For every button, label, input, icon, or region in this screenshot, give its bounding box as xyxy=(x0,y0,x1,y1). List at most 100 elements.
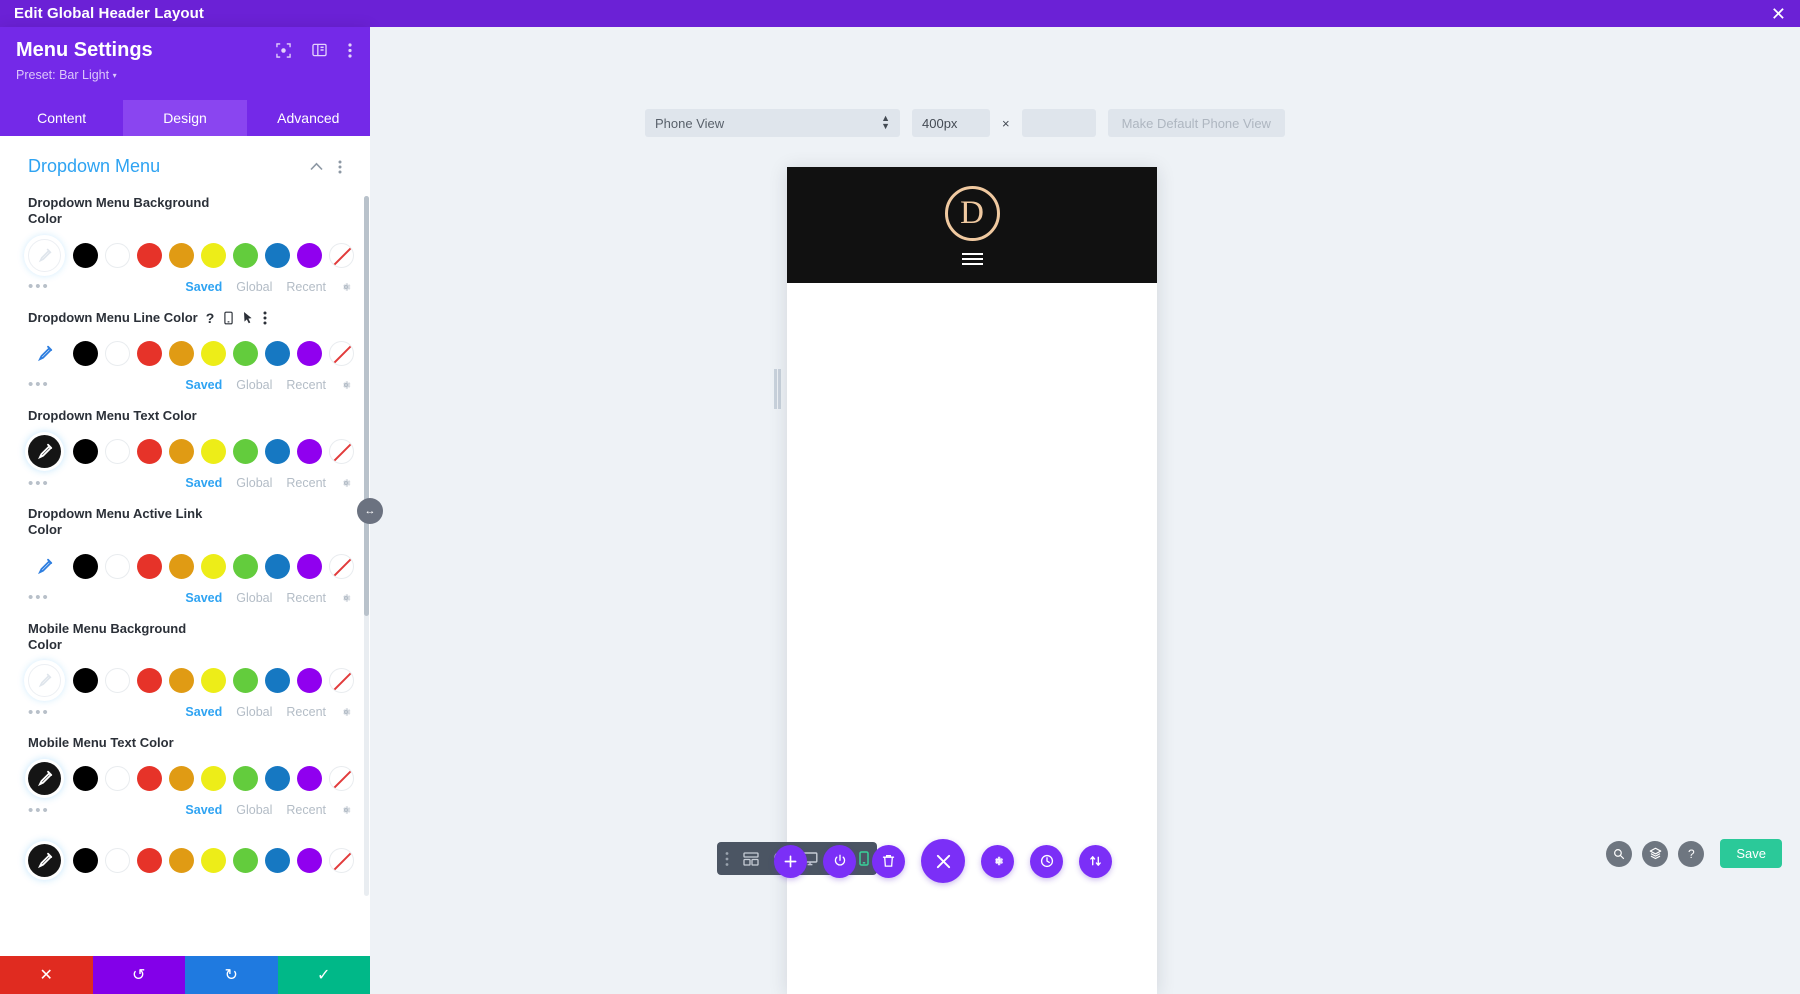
swatch-yellow[interactable] xyxy=(201,341,226,366)
panel-scrollbar-thumb[interactable] xyxy=(364,196,369,616)
chevron-up-icon[interactable] xyxy=(310,162,323,171)
field-options-dots[interactable]: ••• xyxy=(28,803,66,818)
eyedropper-icon[interactable] xyxy=(28,435,61,468)
tab-recent[interactable]: Recent xyxy=(286,378,326,392)
swatch-blue[interactable] xyxy=(265,766,290,791)
swatch-green[interactable] xyxy=(233,243,258,268)
swatch-orange[interactable] xyxy=(169,341,194,366)
eyedropper-icon[interactable] xyxy=(28,337,61,370)
swatch-none[interactable] xyxy=(329,243,354,268)
swatch-none[interactable] xyxy=(329,668,354,693)
tab-global[interactable]: Global xyxy=(236,705,272,719)
tab-recent[interactable]: Recent xyxy=(286,476,326,490)
toolbar-drag-grip[interactable] xyxy=(725,851,729,867)
layers-tool-icon[interactable] xyxy=(1642,841,1668,867)
close-icon[interactable]: ✕ xyxy=(1771,5,1800,23)
swatch-black[interactable] xyxy=(73,243,98,268)
gear-icon[interactable] xyxy=(340,804,352,816)
swatch-black[interactable] xyxy=(73,554,98,579)
eyedropper-icon[interactable] xyxy=(28,550,61,583)
gear-icon[interactable] xyxy=(340,592,352,604)
tab-global[interactable]: Global xyxy=(236,476,272,490)
swatch-black[interactable] xyxy=(73,341,98,366)
eyedropper-icon[interactable] xyxy=(28,762,61,795)
viewport-height-input[interactable] xyxy=(1022,109,1096,137)
swatch-yellow[interactable] xyxy=(201,243,226,268)
swatch-orange[interactable] xyxy=(169,766,194,791)
swatch-purple[interactable] xyxy=(297,243,322,268)
redo-button[interactable]: ↻ xyxy=(185,956,278,994)
swatch-red[interactable] xyxy=(137,439,162,464)
swatch-black[interactable] xyxy=(73,766,98,791)
swatch-orange[interactable] xyxy=(169,243,194,268)
toggle-builder-fab[interactable] xyxy=(823,845,856,878)
swatch-yellow[interactable] xyxy=(201,668,226,693)
canvas-resize-handle-left[interactable] xyxy=(774,369,777,409)
undo-button[interactable]: ↺ xyxy=(93,956,186,994)
field-options-dots[interactable]: ••• xyxy=(28,279,66,294)
swatch-blue[interactable] xyxy=(265,439,290,464)
tab-saved[interactable]: Saved xyxy=(185,803,222,817)
tab-saved[interactable]: Saved xyxy=(185,378,222,392)
tab-advanced[interactable]: Advanced xyxy=(247,100,370,136)
swatch-white[interactable] xyxy=(105,668,130,693)
swatch-white[interactable] xyxy=(105,554,130,579)
swatch-orange[interactable] xyxy=(169,554,194,579)
swatch-purple[interactable] xyxy=(297,668,322,693)
preset-selector[interactable]: Preset: Bar Light ▾ xyxy=(16,68,354,82)
field-options-dots[interactable]: ••• xyxy=(28,377,66,392)
focus-icon[interactable] xyxy=(276,43,291,58)
hamburger-icon[interactable] xyxy=(962,253,983,265)
swatch-blue[interactable] xyxy=(265,848,290,873)
eyedropper-icon[interactable] xyxy=(28,239,61,272)
history-fab[interactable] xyxy=(1030,845,1063,878)
tab-global[interactable]: Global xyxy=(236,280,272,294)
swatch-white[interactable] xyxy=(105,341,130,366)
search-tool-icon[interactable] xyxy=(1606,841,1632,867)
swatch-white[interactable] xyxy=(105,848,130,873)
settings-fab[interactable] xyxy=(981,845,1014,878)
eyedropper-icon[interactable] xyxy=(28,664,61,697)
section-more-vertical-icon[interactable] xyxy=(338,160,342,174)
swatch-none[interactable] xyxy=(329,341,354,366)
swatch-green[interactable] xyxy=(233,341,258,366)
swatch-black[interactable] xyxy=(73,439,98,464)
gear-icon[interactable] xyxy=(340,379,352,391)
tab-recent[interactable]: Recent xyxy=(286,591,326,605)
swatch-yellow[interactable] xyxy=(201,439,226,464)
swatch-green[interactable] xyxy=(233,554,258,579)
tab-design[interactable]: Design xyxy=(123,100,246,136)
section-dropdown-menu[interactable]: Dropdown Menu xyxy=(28,136,342,181)
tab-global[interactable]: Global xyxy=(236,803,272,817)
swatch-red[interactable] xyxy=(137,668,162,693)
swatch-white[interactable] xyxy=(105,243,130,268)
swatch-purple[interactable] xyxy=(297,766,322,791)
make-default-phone-view-button[interactable]: Make Default Phone View xyxy=(1108,109,1285,137)
swatch-red[interactable] xyxy=(137,341,162,366)
tab-global[interactable]: Global xyxy=(236,591,272,605)
tab-recent[interactable]: Recent xyxy=(286,803,326,817)
swatch-yellow[interactable] xyxy=(201,848,226,873)
discard-button[interactable]: ✕ xyxy=(0,956,93,994)
swatch-purple[interactable] xyxy=(297,848,322,873)
trash-fab[interactable] xyxy=(872,845,905,878)
wireframe-view-icon[interactable] xyxy=(743,852,759,866)
tab-saved[interactable]: Saved xyxy=(185,705,222,719)
swatch-green[interactable] xyxy=(233,766,258,791)
tab-global[interactable]: Global xyxy=(236,378,272,392)
help-icon[interactable]: ? xyxy=(206,310,215,326)
swatch-red[interactable] xyxy=(137,243,162,268)
add-section-fab[interactable] xyxy=(774,845,807,878)
swatch-green[interactable] xyxy=(233,848,258,873)
swatch-yellow[interactable] xyxy=(201,766,226,791)
swatch-purple[interactable] xyxy=(297,554,322,579)
swatch-orange[interactable] xyxy=(169,848,194,873)
cursor-icon[interactable] xyxy=(243,311,253,325)
portability-fab[interactable] xyxy=(1079,845,1112,878)
gear-icon[interactable] xyxy=(340,477,352,489)
swatch-orange[interactable] xyxy=(169,668,194,693)
close-builder-fab[interactable] xyxy=(921,839,965,883)
swatch-blue[interactable] xyxy=(265,668,290,693)
field-options-dots[interactable]: ••• xyxy=(28,590,66,605)
swatch-white[interactable] xyxy=(105,439,130,464)
